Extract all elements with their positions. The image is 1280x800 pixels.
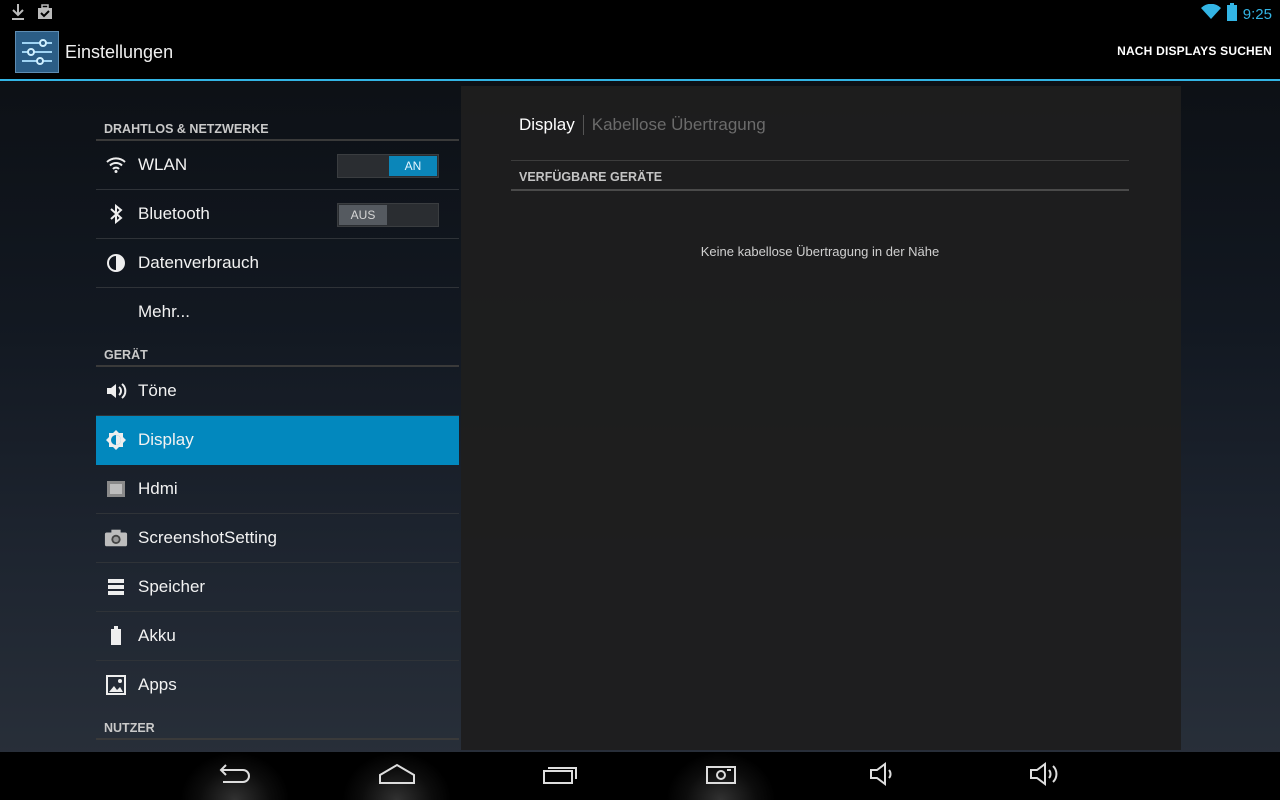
search-displays-button[interactable]: NACH DISPLAYS SUCHEN: [1117, 44, 1272, 58]
app-title: Einstellungen: [65, 42, 174, 62]
recent-apps-icon: [542, 763, 578, 789]
settings-item-label: Mehr...: [138, 302, 190, 321]
action-bar: Einstellungen NACH DISPLAYS SUCHEN: [0, 25, 1280, 81]
wlan-toggle[interactable]: AN: [337, 154, 439, 178]
section-header-user: NUTZER: [96, 710, 459, 740]
speaker-icon: [104, 379, 128, 403]
status-time: 9:25: [1242, 5, 1272, 23]
settings-item-label: Apps: [138, 675, 177, 694]
section-header-device: GERÄT: [96, 337, 459, 367]
settings-item-label: Bluetooth: [138, 204, 210, 223]
settings-item-label: ScreenshotSetting: [138, 528, 277, 547]
section-header-wireless: DRAHTLOS & NETZWERKE: [96, 111, 459, 141]
settings-item-data-usage[interactable]: Datenverbrauch: [96, 239, 459, 288]
bluetooth-toggle[interactable]: AUS: [337, 203, 439, 227]
settings-item-label: WLAN: [138, 155, 188, 174]
storage-icon: [104, 575, 128, 599]
screenshot-button[interactable]: [666, 752, 776, 800]
wifi-icon: [1200, 3, 1221, 24]
toggle-state: AN: [389, 156, 437, 176]
bluetooth-icon: [104, 202, 128, 226]
volume-up-button[interactable]: [990, 752, 1100, 800]
settings-item-label: Akku: [138, 626, 176, 645]
navigation-bar: [0, 752, 1280, 800]
recent-apps-button[interactable]: [505, 752, 615, 800]
briefcase-check-icon: [36, 3, 54, 25]
display-detail-pane: Display Kabellose Übertragung VERFÜGBARE…: [461, 86, 1181, 750]
settings-item-sound[interactable]: Töne: [96, 367, 459, 416]
settings-item-display[interactable]: Display: [96, 416, 459, 465]
settings-item-hdmi[interactable]: Hdmi: [96, 465, 459, 514]
settings-item-wlan[interactable]: WLAN AN: [96, 141, 459, 190]
back-button[interactable]: [180, 752, 290, 800]
home-icon: [378, 763, 416, 789]
settings-item-label: Display: [138, 430, 194, 449]
back-icon: [217, 762, 253, 790]
camera-icon: [104, 526, 128, 550]
breadcrumb-wireless-display[interactable]: Kabellose Übertragung: [592, 115, 766, 135]
status-bar: 9:25: [0, 0, 1280, 25]
settings-list: DRAHTLOS & NETZWERKE WLAN AN Bluetooth A…: [96, 111, 459, 750]
breadcrumb-display[interactable]: Display: [519, 115, 575, 135]
settings-item-label: Hdmi: [138, 479, 178, 498]
data-usage-icon: [104, 251, 128, 275]
available-devices-header: VERFÜGBARE GERÄTE: [511, 162, 1129, 191]
volume-down-button[interactable]: [828, 752, 938, 800]
settings-item-battery[interactable]: Akku: [96, 612, 459, 661]
settings-item-label: Speicher: [138, 577, 206, 596]
settings-app-icon[interactable]: [15, 31, 59, 73]
divider: [511, 160, 1129, 161]
volume-up-icon: [1028, 762, 1062, 790]
hdmi-icon: [104, 477, 128, 501]
download-icon: [10, 3, 26, 25]
breadcrumb-divider: [582, 115, 584, 135]
empty-state-message: Keine kabellose Übertragung in der Nähe: [700, 244, 940, 259]
battery-icon: [104, 624, 128, 648]
screenshot-icon: [705, 763, 737, 789]
battery-icon: [1226, 3, 1237, 25]
settings-item-bluetooth[interactable]: Bluetooth AUS: [96, 190, 459, 239]
settings-item-screenshot[interactable]: ScreenshotSetting: [96, 514, 459, 563]
brightness-icon: [104, 428, 128, 452]
toggle-state: AUS: [339, 205, 387, 225]
home-button[interactable]: [342, 752, 452, 800]
breadcrumb: Display Kabellose Übertragung: [519, 115, 766, 135]
apps-icon: [104, 673, 128, 697]
settings-item-apps[interactable]: Apps: [96, 661, 459, 710]
settings-item-label: Töne: [138, 381, 177, 400]
wifi-icon: [104, 153, 128, 177]
volume-down-icon: [868, 762, 898, 790]
settings-item-storage[interactable]: Speicher: [96, 563, 459, 612]
settings-item-label: Datenverbrauch: [138, 253, 259, 272]
settings-item-more[interactable]: Mehr...: [96, 288, 459, 337]
